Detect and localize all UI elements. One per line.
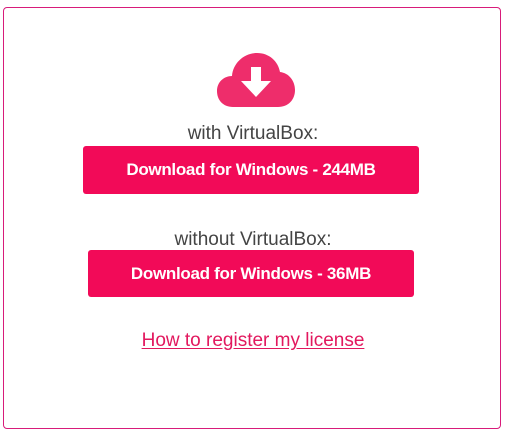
license-link-container: How to register my license [4, 330, 502, 352]
download-with-virtualbox-button[interactable]: Download for Windows - 244MB [83, 146, 419, 194]
without-virtualbox-label: without VirtualBox: [174, 229, 332, 250]
with-virtualbox-label: with VirtualBox: [187, 123, 319, 144]
download-without-virtualbox-button[interactable]: Download for Windows - 36MB [88, 250, 414, 297]
cloud-download-icon [217, 53, 295, 107]
register-license-link[interactable]: How to register my license [142, 330, 365, 351]
download-panel: with VirtualBox: Download for Windows - … [3, 7, 501, 429]
